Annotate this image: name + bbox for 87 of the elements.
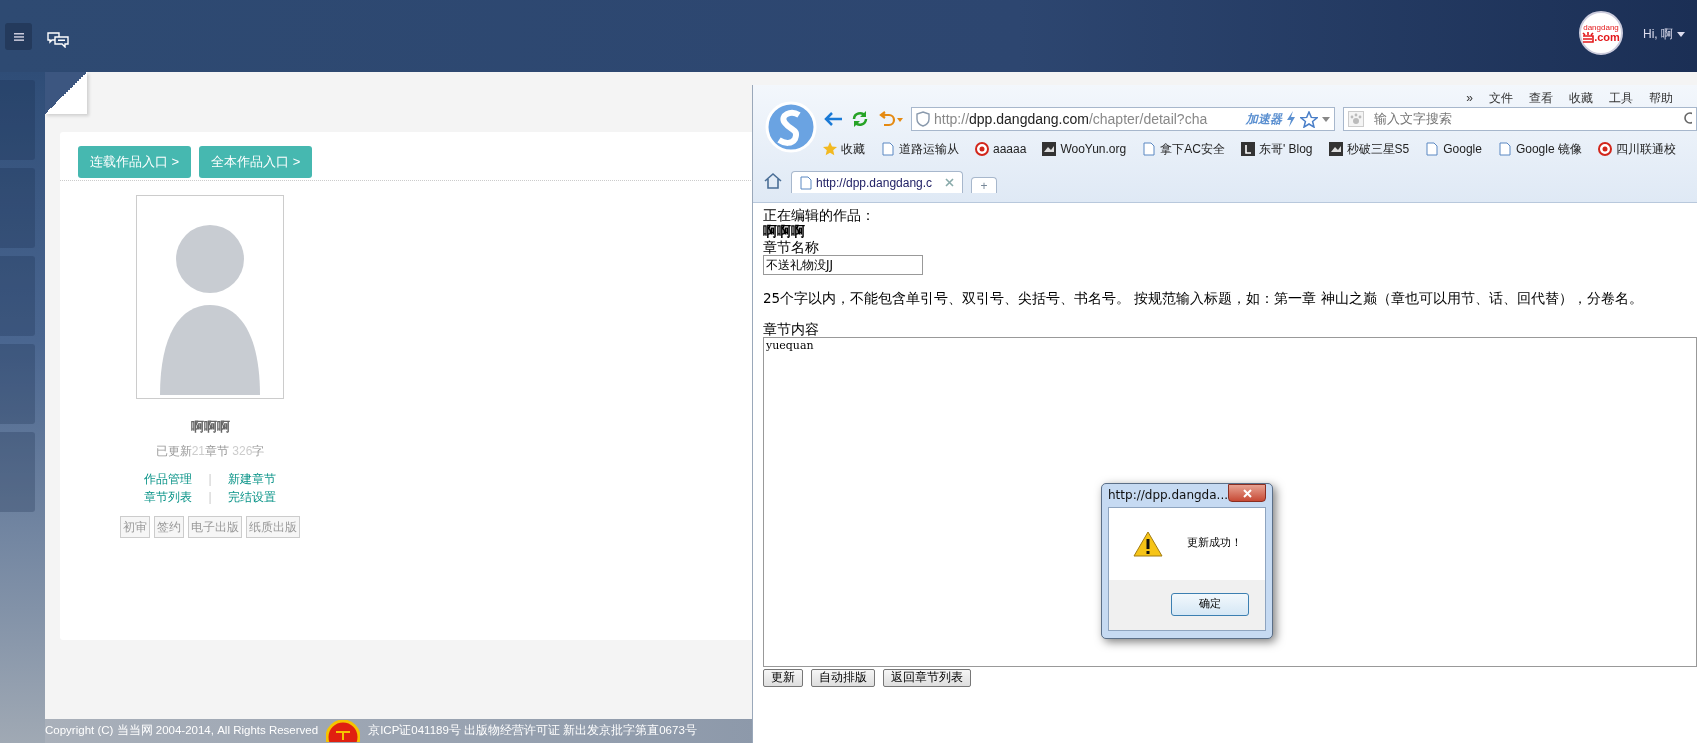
star-icon[interactable] — [1300, 110, 1318, 128]
status-tag: 电子出版 — [188, 516, 242, 538]
site-logo[interactable]: dangdang .com — [1579, 11, 1623, 55]
site-icon — [1042, 141, 1057, 156]
undo-arrow-icon[interactable] — [877, 111, 903, 127]
refresh-icon[interactable] — [851, 110, 869, 128]
browser-tab[interactable]: http://dpp.dangdang.c — [791, 171, 963, 193]
editing-label: 正在编辑的作品： — [763, 207, 876, 224]
management-link[interactable]: 作品管理 — [144, 470, 193, 488]
management-link[interactable]: 新建章节 — [227, 470, 276, 488]
copyright-text: Copyright (C) 当当网 2004-2014, All Rights Reserved — [45, 723, 319, 739]
bookmark-link[interactable]: 东哥' Blog — [1240, 139, 1313, 158]
author-name: 啊啊啊 — [190, 417, 230, 436]
dropdown-caret-icon[interactable] — [1322, 116, 1330, 122]
bookmark-link[interactable]: 道路运输从 — [881, 139, 959, 158]
page-icon — [1142, 141, 1157, 156]
address-bar[interactable]: http://dpp.dangdang.com/chapter/detail?cha 加速器 — [911, 107, 1335, 131]
bookmark-link[interactable]: WooYun.org — [1042, 139, 1127, 158]
logo-mark — [1582, 31, 1595, 43]
search-icon[interactable] — [1682, 112, 1692, 126]
management-link[interactable]: 章节列表 — [144, 488, 193, 506]
shield-icon — [916, 111, 930, 127]
page-icon — [881, 141, 895, 156]
page-icon — [1425, 141, 1440, 156]
browser-logo[interactable] — [765, 101, 817, 153]
form-button[interactable]: 返回章节列表 — [883, 668, 971, 687]
bookmark-link[interactable]: 拿下AC安全 — [1142, 139, 1225, 158]
folded-corner — [45, 72, 87, 114]
menu-icon — [13, 32, 24, 41]
page-icon — [800, 175, 812, 190]
link-separator: | — [208, 489, 212, 506]
chapter-name-field[interactable]: 不送礼物没JJ — [763, 255, 923, 276]
work-title: 啊啊啊 — [763, 223, 806, 240]
url-text: http://dpp.dangdang.com/chapter/detail?cha — [934, 109, 1209, 129]
menu-item[interactable]: 帮助 — [1649, 89, 1673, 105]
home-icon — [763, 172, 783, 190]
bookmark-link[interactable]: 四川联通校 — [1597, 139, 1676, 158]
bookmark-link[interactable]: Google 镜像 — [1497, 139, 1582, 158]
menu-item[interactable]: 文件 — [1489, 89, 1513, 105]
menu-item[interactable]: 查看 — [1529, 89, 1553, 105]
chapter-content-label: 章节内容 — [763, 320, 820, 337]
management-link[interactable]: 完结设置 — [227, 488, 276, 506]
bookmark-link[interactable]: aaaaa — [975, 139, 1027, 158]
sidebar-tile[interactable] — [0, 256, 35, 336]
form-button[interactable]: 自动排版 — [811, 668, 875, 687]
page-icon — [1497, 141, 1512, 156]
link-separator: | — [208, 471, 212, 488]
menu-item[interactable]: » — [1466, 89, 1473, 105]
menu-item[interactable]: 工具 — [1609, 89, 1633, 105]
menu-item[interactable]: 收藏 — [1569, 89, 1593, 105]
bookmark-link[interactable]: 秒破三星S5 — [1328, 139, 1410, 158]
confirm-button[interactable]: 确定 — [1171, 593, 1249, 617]
emblem-icon — [326, 720, 361, 742]
dialog-title: http://dpp.dangda... — [1108, 487, 1229, 503]
license-text: 京ICP证041189号 出版物经营许可证 新出发京批字第直0673号 — [368, 723, 697, 739]
new-tab-button[interactable]: + — [971, 177, 997, 193]
letter-icon — [1240, 141, 1255, 156]
dialog-message: 更新成功！ — [1187, 537, 1242, 551]
back-arrow-icon[interactable] — [823, 111, 843, 127]
close-icon[interactable] — [945, 178, 954, 187]
close-icon — [1242, 489, 1252, 498]
target-icon — [975, 141, 989, 156]
form-button[interactable]: 更新 — [763, 668, 803, 687]
target-icon — [1597, 141, 1612, 156]
logo-caption: dangdang — [1583, 23, 1619, 32]
user-menu[interactable]: Hi, 啊 — [1637, 24, 1691, 44]
caret-icon — [1677, 31, 1685, 37]
bookmark-link[interactable]: 收藏 — [823, 139, 865, 158]
chapter-name-label: 章节名称 — [763, 239, 820, 256]
bookmark-link[interactable]: Google — [1425, 139, 1482, 158]
chat-icon — [47, 32, 69, 48]
status-tag: 纸质出版 — [246, 516, 300, 538]
menu-button[interactable] — [5, 23, 32, 50]
status-tag: 初审 — [120, 516, 150, 538]
warning-icon — [1133, 530, 1163, 557]
close-button[interactable] — [1228, 484, 1266, 502]
title-hint: 25个字以内，不能包含单引号、双引号、尖括号、书名号。 按规范输入标题，如：第一章 神山之巅（章也可以用节、话、回代替），分卷名。 — [763, 291, 1644, 307]
sidebar-tile[interactable] — [0, 432, 35, 512]
site-icon — [1328, 141, 1343, 156]
star-icon — [823, 141, 837, 156]
sidebar-tile[interactable] — [0, 344, 35, 424]
paw-icon — [1348, 111, 1364, 127]
lightning-icon[interactable] — [1286, 111, 1296, 127]
search-box[interactable]: 输入文字搜索 — [1343, 107, 1697, 131]
home-button[interactable] — [763, 172, 783, 190]
status-tag: 签约 — [154, 516, 184, 538]
logo-text: .com — [1594, 31, 1620, 43]
